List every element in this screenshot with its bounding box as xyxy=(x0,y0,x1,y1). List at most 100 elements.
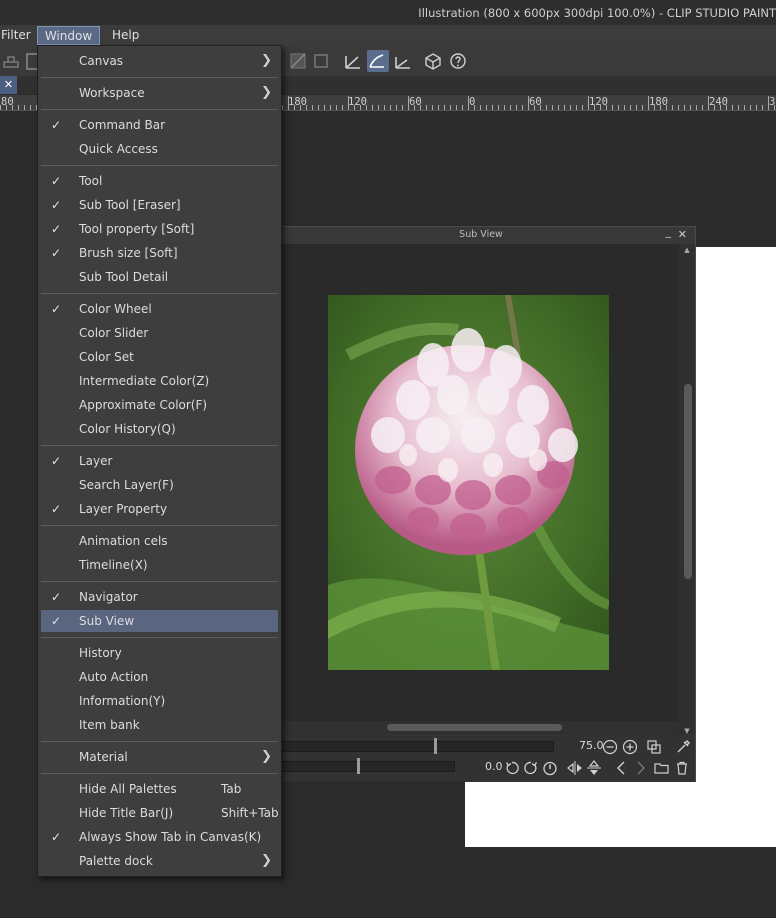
menu-item-color-set[interactable]: Color Set xyxy=(41,346,278,368)
minimize-icon[interactable]: _ xyxy=(666,225,672,238)
reset-rotation-icon[interactable] xyxy=(542,760,558,776)
ruler-tick xyxy=(18,105,19,110)
menu-item-label: Tool property [Soft] xyxy=(79,222,195,236)
snap-ruler-icon[interactable] xyxy=(343,51,363,71)
eyedropper-icon[interactable] xyxy=(675,739,691,755)
rotate-slider[interactable] xyxy=(271,758,455,774)
help-icon[interactable] xyxy=(448,51,468,71)
canvas-area[interactable] xyxy=(465,781,776,847)
close-icon[interactable]: ✕ xyxy=(678,228,687,241)
menu-item-color-historyq[interactable]: Color History(Q) xyxy=(41,418,278,440)
menu-item-label: Auto Action xyxy=(79,670,149,684)
menu-item-layer[interactable]: ✓ Layer xyxy=(41,450,278,472)
menu-item-item-bank[interactable]: Item bank xyxy=(41,714,278,736)
menu-item-label: Always Show Tab in Canvas(K) xyxy=(79,830,262,844)
previous-image-icon[interactable] xyxy=(613,760,629,776)
ruler-tick xyxy=(756,105,757,110)
menu-item-label: Layer Property xyxy=(79,502,168,516)
menu-item-color-wheel[interactable]: ✓ Color Wheel xyxy=(41,298,278,320)
menu-item-hide-all-palettes[interactable]: Hide All Palettes Tab xyxy=(41,778,278,800)
ruler-tick xyxy=(468,96,469,110)
canvas-area[interactable] xyxy=(696,247,776,781)
menu-item-brush-size-soft[interactable]: ✓ Brush size [Soft] xyxy=(41,242,278,264)
zoom-slider-knob[interactable] xyxy=(434,738,437,754)
ruler-tick xyxy=(414,105,415,110)
ruler-tick xyxy=(330,105,331,110)
menu-item-layer-property[interactable]: ✓ Layer Property xyxy=(41,498,278,520)
menu-item-label: Workspace xyxy=(79,86,145,100)
menu-item-tool[interactable]: ✓ Tool xyxy=(41,170,278,192)
menu-item-history[interactable]: History xyxy=(41,642,278,664)
menu-item-always-show-tab-in-canvask[interactable]: ✓ Always Show Tab in Canvas(K) xyxy=(41,826,278,848)
menu-separator xyxy=(41,165,278,166)
menu-item-informationy[interactable]: Information(Y) xyxy=(41,690,278,712)
import-image-icon[interactable] xyxy=(654,760,670,776)
menu-item-quick-access[interactable]: Quick Access xyxy=(41,138,278,160)
zoom-in-icon[interactable] xyxy=(622,739,638,755)
menu-item-color-slider[interactable]: Color Slider xyxy=(41,322,278,344)
ruler-tick xyxy=(558,105,559,110)
menu-item-label: Hide Title Bar(J) xyxy=(79,806,174,820)
tab-close-icon[interactable]: ✕ xyxy=(0,76,17,94)
rotate-right-icon[interactable] xyxy=(523,760,539,776)
checkmark-icon: ✓ xyxy=(51,174,62,188)
snap-grid-icon[interactable] xyxy=(393,51,413,71)
stamp-icon[interactable] xyxy=(1,51,21,71)
menu-item-label: Sub Tool Detail xyxy=(79,270,169,284)
menu-item-label: Color History(Q) xyxy=(79,422,176,436)
zoom-slider[interactable] xyxy=(271,738,554,754)
scrollbar-thumb[interactable] xyxy=(684,384,692,579)
rotate-left-icon[interactable] xyxy=(504,760,520,776)
3d-cube-icon[interactable] xyxy=(423,51,443,71)
menu-item-tool-property-soft[interactable]: ✓ Tool property [Soft] xyxy=(41,218,278,240)
zoom-out-icon[interactable] xyxy=(602,739,618,755)
horizontal-scrollbar[interactable] xyxy=(271,721,679,733)
menu-item-hide-title-barj[interactable]: Hide Title Bar(J) Shift+Tab xyxy=(41,802,279,824)
menu-item-label: Approximate Color(F) xyxy=(79,398,208,412)
delete-image-icon[interactable] xyxy=(674,760,690,776)
scrollbar-thumb[interactable] xyxy=(387,724,562,731)
ruler-tick xyxy=(0,105,1,110)
menu-separator xyxy=(41,637,278,638)
menu-item-auto-action[interactable]: Auto Action xyxy=(41,666,278,688)
menu-item-approximate-colorf[interactable]: Approximate Color(F) xyxy=(41,394,278,416)
ruler-tick xyxy=(318,105,319,110)
snap-special-ruler-icon[interactable] xyxy=(367,50,389,72)
menu-item-sub-tool-eraser[interactable]: ✓ Sub Tool [Eraser] xyxy=(41,194,278,216)
ruler-tick xyxy=(336,105,337,110)
menu-item-intermediate-colorz[interactable]: Intermediate Color(Z) xyxy=(41,370,278,392)
scroll-up-icon[interactable]: ▲ xyxy=(682,246,692,254)
menu-help[interactable]: Help xyxy=(112,26,139,45)
ruler-tick xyxy=(594,105,595,110)
ruler-tick xyxy=(504,105,505,110)
menu-item-command-bar[interactable]: ✓ Command Bar xyxy=(41,114,278,136)
next-image-icon[interactable] xyxy=(633,760,649,776)
menu-item-navigator[interactable]: ✓ Navigator xyxy=(41,586,278,608)
menu-item-sub-tool-detail[interactable]: Sub Tool Detail xyxy=(41,266,278,288)
menu-item-canvas[interactable]: Canvas ❯ xyxy=(41,50,278,72)
sub-view-controls: 75.0 0.0 xyxy=(271,734,695,782)
menu-item-timelinex[interactable]: Timeline(X) xyxy=(41,554,278,576)
menu-item-label: Navigator xyxy=(79,590,138,604)
fill-selection-icon[interactable] xyxy=(288,51,308,71)
menu-item-palette-dock[interactable]: Palette dock ❯ xyxy=(41,850,278,872)
menu-item-material[interactable]: Material ❯ xyxy=(41,746,278,768)
ruler-tick xyxy=(396,105,397,110)
rotate-slider-knob[interactable] xyxy=(357,758,360,774)
vertical-scrollbar[interactable]: ▲ ▼ xyxy=(679,244,695,735)
menu-item-sub-view[interactable]: ✓ Sub View xyxy=(41,610,278,632)
palette-title-bar[interactable]: Sub View _ ✕ xyxy=(271,225,695,244)
menu-window[interactable]: Window xyxy=(37,26,100,45)
menu-separator xyxy=(41,581,278,582)
border-selection-icon[interactable] xyxy=(311,51,331,71)
ruler-tick xyxy=(744,105,745,110)
ruler-tick xyxy=(420,105,421,110)
flip-horizontal-icon[interactable] xyxy=(567,760,583,776)
ruler-tick xyxy=(324,105,325,110)
menu-item-workspace[interactable]: Workspace ❯ xyxy=(41,82,278,104)
menu-filter[interactable]: Filter xyxy=(1,26,31,45)
flip-vertical-icon[interactable] xyxy=(586,760,602,776)
fit-window-icon[interactable] xyxy=(646,739,662,755)
menu-item-search-layerf[interactable]: Search Layer(F) xyxy=(41,474,278,496)
menu-item-animation-cels[interactable]: Animation cels xyxy=(41,530,278,552)
